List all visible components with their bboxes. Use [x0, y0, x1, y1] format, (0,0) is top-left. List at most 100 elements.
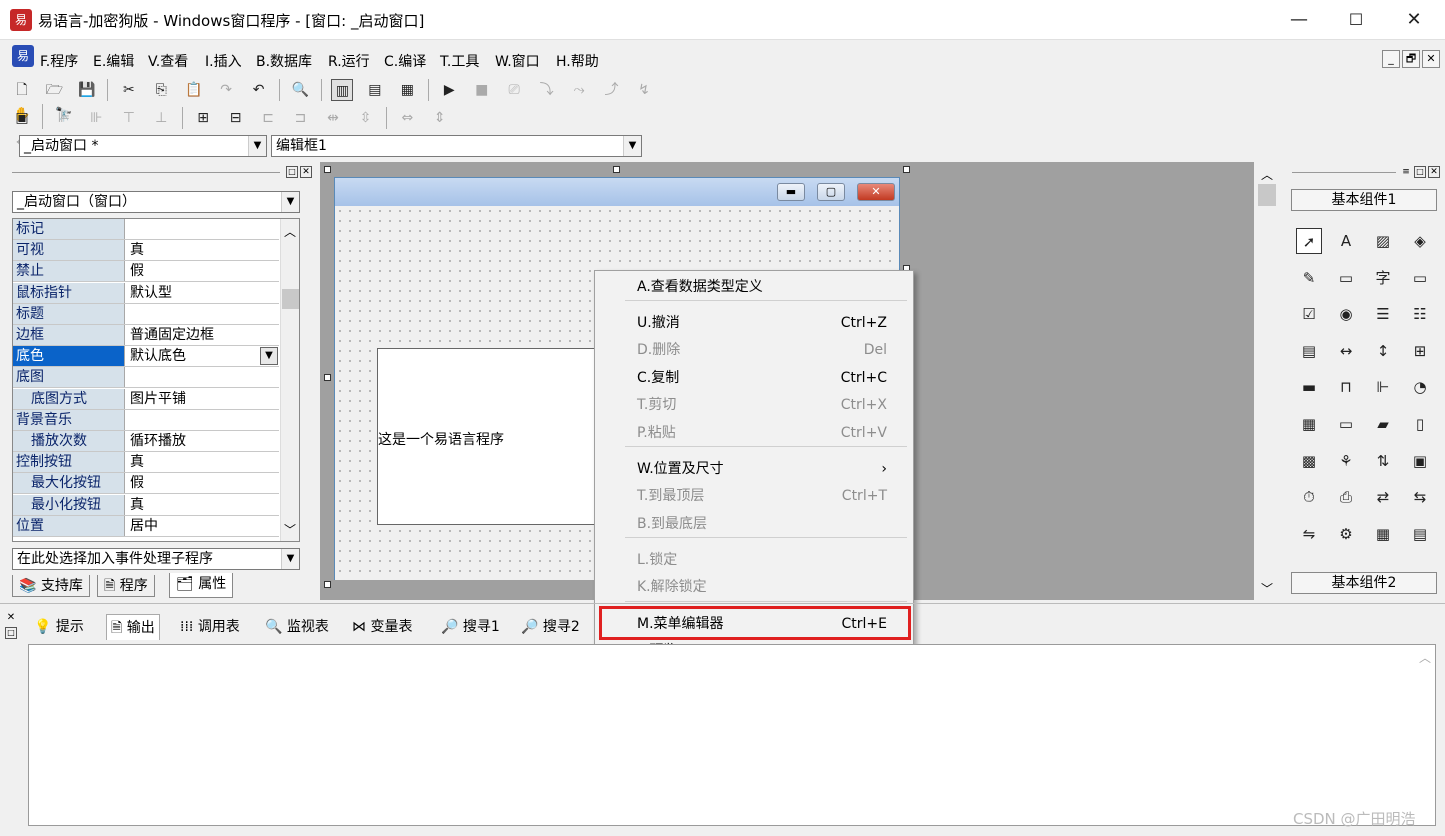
center-horizontal-icon[interactable]: ⊞ [192, 107, 214, 129]
editbox-control[interactable]: 这是一个易语言程序 [377, 348, 599, 525]
context-menu-item[interactable]: P.粘贴 Ctrl+V [595, 420, 913, 447]
new-file-icon[interactable]: 🗋 [11, 79, 33, 101]
property-row[interactable]: 标记 [13, 219, 279, 240]
context-menu-item[interactable]: K.解除锁定 [595, 574, 913, 601]
context-menu-item[interactable]: D.删除 Del [595, 337, 913, 364]
copy-icon[interactable]: ⎘ [150, 79, 172, 101]
shape-icon[interactable]: ◈ [1407, 228, 1433, 254]
context-menu-item[interactable]: T.剪切 Ctrl+X [595, 392, 913, 419]
property-value[interactable]: 真 [127, 494, 279, 515]
resize-handle[interactable] [324, 374, 331, 381]
find-icon[interactable]: 🔍 [290, 79, 312, 101]
ruler-icon[interactable]: ⊞ [1407, 338, 1433, 364]
step-out-icon[interactable]: ⤴ [601, 79, 623, 101]
text-icon[interactable]: 字 [1370, 265, 1396, 291]
align-right-icon[interactable]: ⊪ [85, 107, 107, 129]
align-left-icon[interactable]: ⊫ [53, 107, 75, 129]
menu-window[interactable]: W.窗口 [495, 51, 540, 71]
resize-handle[interactable] [324, 581, 331, 588]
same-width-icon[interactable]: ⊏ [257, 107, 279, 129]
chevron-down-icon[interactable]: ﹀ [1261, 580, 1273, 597]
property-scrollbar[interactable]: ︿ ﹀ [280, 219, 299, 541]
space-vertical-icon[interactable]: ⇳ [354, 107, 376, 129]
grid-icon[interactable]: ▦ [1296, 411, 1322, 437]
panel-restore-button[interactable]: □ [1414, 166, 1426, 178]
mdi-restore-button[interactable]: 🗗 [1402, 50, 1420, 68]
property-row[interactable]: 鼠标指针 默认型 [13, 282, 279, 304]
property-row[interactable]: 最小化按钮真 [13, 494, 279, 516]
layout-left-icon[interactable]: ▥ [331, 79, 354, 101]
property-row[interactable]: 标题 [13, 303, 279, 325]
property-row[interactable]: 位置 居中 [13, 515, 279, 537]
tab-variables[interactable]: ⋈ 变量表 [352, 614, 412, 640]
run-icon[interactable]: ▶ [438, 79, 460, 101]
undo-icon[interactable]: ↶ [248, 79, 270, 101]
menu-view[interactable]: V.查看 [148, 51, 188, 71]
scroll-thumb[interactable] [282, 289, 299, 309]
property-value[interactable]: 真 [127, 240, 279, 261]
context-menu-item[interactable]: U.撤消 Ctrl+Z [595, 310, 913, 337]
stop-icon[interactable]: ■ [471, 79, 493, 101]
chevron-down-icon[interactable]: ▼ [281, 549, 299, 569]
chevron-up-icon[interactable]: ︿ [1261, 166, 1273, 183]
property-row[interactable]: 底图方式 图片平铺 [13, 388, 279, 410]
chevron-up-icon[interactable]: ︿ [284, 223, 296, 240]
step-over-icon[interactable]: ⤳ [568, 79, 590, 101]
timer-icon[interactable]: ⏱ [1296, 484, 1322, 510]
editbox-icon[interactable]: ✎ [1296, 265, 1322, 291]
menu-database[interactable]: B.数据库 [256, 51, 312, 71]
mdi-minimize-button[interactable]: _ [1382, 50, 1400, 68]
tab-program[interactable]: 🗎 程序 [97, 575, 155, 597]
radio-icon[interactable]: ◉ [1333, 301, 1359, 327]
tab-properties[interactable]: 🗂 属性 [169, 573, 234, 598]
align-top-icon[interactable]: ⊤ [118, 107, 140, 129]
property-row[interactable]: 底图 [13, 367, 279, 389]
chevron-down-icon[interactable]: ▼ [248, 136, 266, 156]
property-value[interactable]: 假 [127, 261, 279, 282]
property-value[interactable] [127, 219, 279, 239]
debug-icon[interactable]: ⎚ [503, 79, 525, 101]
minimize-button[interactable]: — [1270, 0, 1328, 40]
property-value[interactable] [127, 367, 279, 388]
space-horizontal-icon[interactable]: ⇹ [322, 107, 344, 129]
paste-icon[interactable]: 📋 [183, 79, 205, 101]
property-row[interactable]: 最大化按钮假 [13, 473, 279, 495]
context-menu-item[interactable]: W.位置及尺寸 › [595, 456, 913, 483]
client-icon[interactable]: ⚙ [1333, 521, 1359, 547]
dir-icon[interactable]: ⇆ [1407, 484, 1433, 510]
control-select[interactable]: 编辑框1 ▼ [271, 135, 642, 157]
equal-height-icon[interactable]: ⇕ [429, 107, 451, 129]
property-value[interactable]: 默认底色 [127, 346, 279, 367]
scroll-v-icon[interactable]: ↕ [1370, 338, 1396, 364]
progress-icon[interactable]: ▬ [1296, 374, 1322, 400]
window-icon[interactable]: ▤ [1407, 521, 1433, 547]
output-textarea[interactable]: ︿ [28, 644, 1436, 826]
tab-support-library[interactable]: 📚 支持库 [12, 575, 90, 597]
run-to-cursor-icon[interactable]: ↯ [633, 79, 655, 101]
menu-insert[interactable]: I.插入 [205, 51, 242, 71]
window-select[interactable]: _启动窗口 * ▼ [19, 135, 267, 157]
property-row[interactable]: 底色 默认底色 [13, 346, 279, 368]
context-menu-item[interactable]: A.查看数据类型定义 [595, 274, 913, 301]
property-value[interactable]: 真 [127, 452, 279, 473]
close-button[interactable]: ✕ [1385, 0, 1443, 40]
chevron-up-icon[interactable]: ︿ [1419, 649, 1431, 666]
context-menu-item[interactable]: C.复制 Ctrl+C [595, 365, 913, 392]
menu-tools[interactable]: T.工具 [440, 51, 479, 71]
tab-search1[interactable]: 🔎 搜寻1 [441, 614, 500, 640]
layout-top-icon[interactable]: ▤ [364, 79, 386, 101]
groupbox-icon[interactable]: ▭ [1333, 265, 1359, 291]
slider-icon[interactable]: ⊩ [1370, 374, 1396, 400]
tab-icon[interactable]: ⊓ [1333, 374, 1359, 400]
tab-output[interactable]: 🗎 输出 [106, 614, 160, 640]
property-value[interactable]: 图片平铺 [127, 388, 279, 409]
image-list-icon[interactable]: ▤ [1296, 338, 1322, 364]
socket-icon[interactable]: ⇋ [1296, 521, 1322, 547]
menu-compile[interactable]: C.编译 [384, 51, 426, 71]
property-value[interactable]: 普通固定边框 [127, 325, 279, 345]
context-menu-item[interactable]: B.到最底层 [595, 511, 913, 538]
calendar-icon[interactable]: ▣ [1407, 448, 1433, 474]
drive-icon[interactable]: ⇄ [1370, 484, 1396, 510]
folder-icon[interactable]: ▰ [1370, 411, 1396, 437]
resize-handle[interactable] [613, 166, 620, 173]
